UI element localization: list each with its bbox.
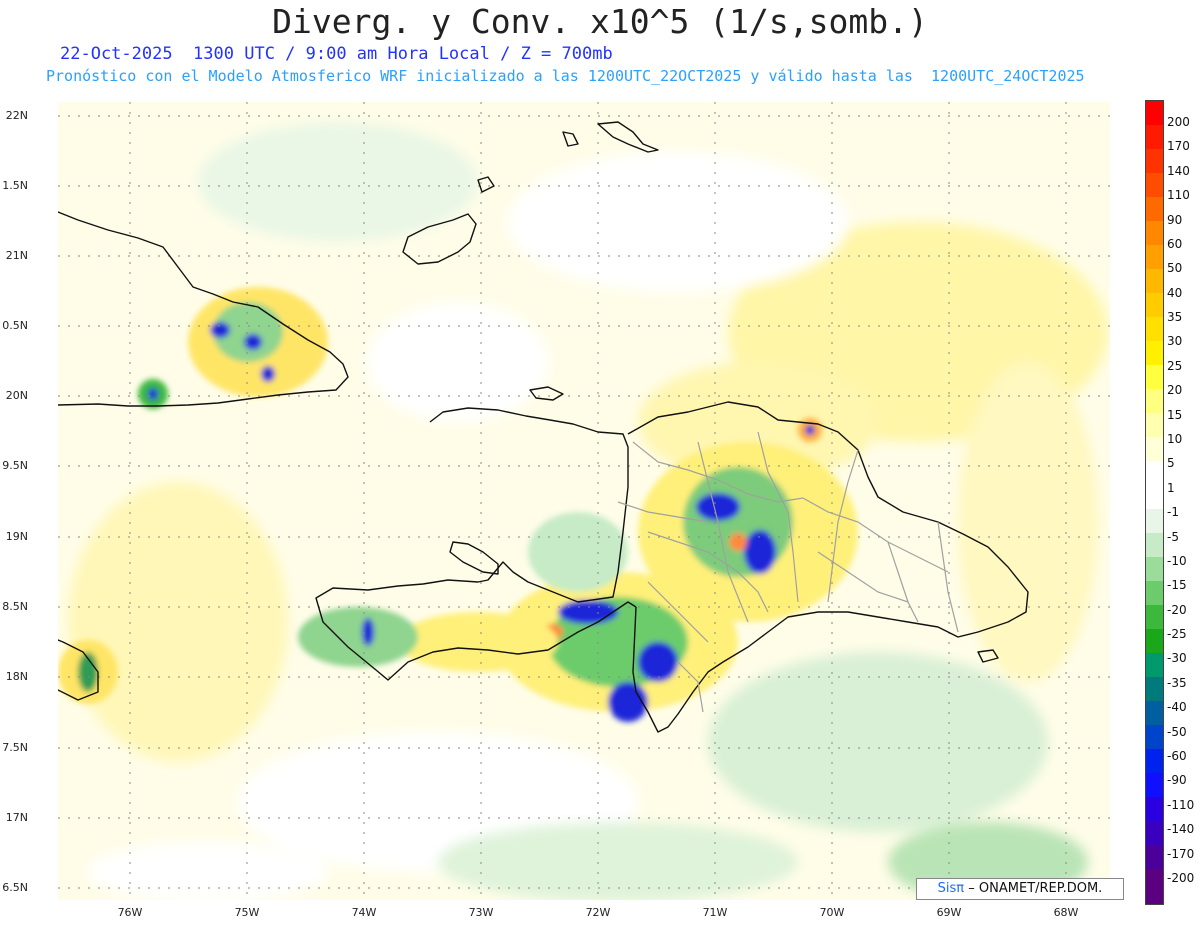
colorbar (1145, 100, 1164, 905)
colorbar-label: 50 (1167, 261, 1183, 275)
credit-box: Sisπ – ONAMET/REP.DOM. (916, 878, 1124, 900)
colorbar-segment (1146, 701, 1163, 725)
colorbar-segment (1146, 197, 1163, 221)
colorbar-segment (1146, 677, 1163, 701)
credit-org: – ONAMET/REP.DOM. (968, 881, 1103, 896)
colorbar-label: -10 (1167, 554, 1187, 568)
colorbar-label: 5 (1167, 456, 1175, 470)
colorbar-label: 110 (1167, 188, 1190, 202)
colorbar-segment (1146, 461, 1163, 485)
colorbar-label: -5 (1167, 530, 1179, 544)
lon-label: 74W (351, 906, 377, 919)
colorbar-label: -30 (1167, 651, 1187, 665)
colorbar-segment (1146, 605, 1163, 629)
valid-time-line: 22-Oct-2025 1300 UTC / 9:00 am Hora Loca… (60, 44, 613, 64)
colorbar-segment (1146, 581, 1163, 605)
colorbar-segment (1146, 125, 1163, 149)
colorbar-label: -25 (1167, 627, 1187, 641)
colorbar-label: 25 (1167, 359, 1183, 373)
colorbar-label: -200 (1167, 871, 1195, 885)
lat-label: 9.5N (2, 459, 28, 472)
colorbar-segment (1146, 101, 1163, 125)
colorbar-segment (1146, 269, 1163, 293)
colorbar-label: 1 (1167, 481, 1175, 495)
lon-label: 73W (468, 906, 494, 919)
colorbar-label: -20 (1167, 603, 1187, 617)
colorbar-segment (1146, 749, 1163, 773)
colorbar-label: -110 (1167, 798, 1195, 812)
colorbar-label: 90 (1167, 213, 1183, 227)
lat-label: 19N (5, 530, 28, 543)
colorbar-segment (1146, 653, 1163, 677)
colorbar-label: 140 (1167, 164, 1190, 178)
colorbar-segment (1146, 509, 1163, 533)
colorbar-label: -1 (1167, 505, 1179, 519)
lat-label: 17N (5, 811, 28, 824)
colorbar-segment (1146, 725, 1163, 749)
colorbar-label: 170 (1167, 139, 1190, 153)
colorbar-segment (1146, 149, 1163, 173)
colorbar-segment (1146, 845, 1163, 869)
lon-label: 69W (936, 906, 962, 919)
colorbar-segment (1146, 365, 1163, 389)
colorbar-segment (1146, 293, 1163, 317)
colorbar-segment (1146, 221, 1163, 245)
colorbar-label: -60 (1167, 749, 1187, 763)
colorbar-label: -140 (1167, 822, 1195, 836)
colorbar-label: 15 (1167, 408, 1183, 422)
credit-sis-logo: Sisπ (937, 881, 965, 896)
colorbar-label: 10 (1167, 432, 1183, 446)
colorbar-label: 200 (1167, 115, 1190, 129)
lon-label: 68W (1053, 906, 1079, 919)
colorbar-label: 40 (1167, 286, 1183, 300)
colorbar-segment (1146, 869, 1163, 904)
colorbar-segment (1146, 317, 1163, 341)
colorbar-label: -170 (1167, 847, 1195, 861)
colorbar-label: 60 (1167, 237, 1183, 251)
colorbar-segment (1146, 437, 1163, 461)
lat-label: 22N (5, 109, 28, 122)
colorbar-segment (1146, 485, 1163, 509)
colorbar-segment (1146, 821, 1163, 845)
lat-label: 6.5N (2, 881, 28, 894)
colorbar-segment (1146, 341, 1163, 365)
colorbar-segment (1146, 797, 1163, 821)
lon-label: 76W (117, 906, 143, 919)
colorbar-label: -15 (1167, 578, 1187, 592)
colorbar-segment (1146, 173, 1163, 197)
lat-label: 18N (5, 670, 28, 683)
colorbar-label: -40 (1167, 700, 1187, 714)
colorbar-segment (1146, 533, 1163, 557)
colorbar-label: 30 (1167, 334, 1183, 348)
colorbar-label: -35 (1167, 676, 1187, 690)
lat-label: 0.5N (2, 319, 28, 332)
lat-label: 1.5N (2, 179, 28, 192)
lat-label: 8.5N (2, 600, 28, 613)
colorbar-label: 35 (1167, 310, 1183, 324)
colorbar-segment (1146, 389, 1163, 413)
lon-label: 75W (234, 906, 260, 919)
colorbar-segment (1146, 413, 1163, 437)
colorbar-segment (1146, 629, 1163, 653)
colorbar-label: 20 (1167, 383, 1183, 397)
lat-label: 21N (5, 249, 28, 262)
lat-label: 20N (5, 389, 28, 402)
colorbar-segment (1146, 245, 1163, 269)
model-info-line: Pronóstico con el Modelo Atmosferico WRF… (46, 67, 1085, 85)
lon-label: 71W (702, 906, 728, 919)
lon-label: 72W (585, 906, 611, 919)
lon-label: 70W (819, 906, 845, 919)
colorbar-segment (1146, 557, 1163, 581)
divergence-map (58, 102, 1110, 900)
colorbar-label: -90 (1167, 773, 1187, 787)
colorbar-segment (1146, 773, 1163, 797)
chart-title: Diverg. y Conv. x10^5 (1/s,somb.) (272, 2, 928, 41)
lat-label: 7.5N (2, 741, 28, 754)
colorbar-label: -50 (1167, 725, 1187, 739)
